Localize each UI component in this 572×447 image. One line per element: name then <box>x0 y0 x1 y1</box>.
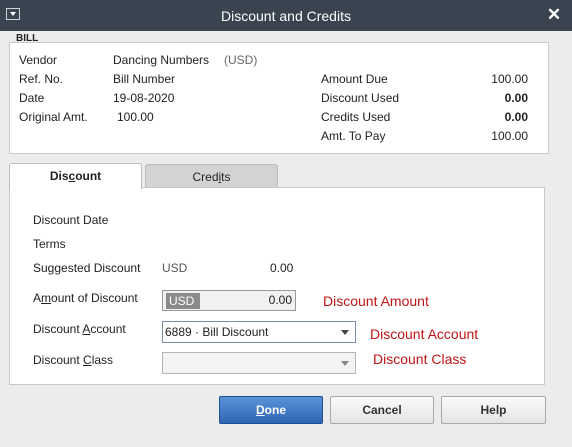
credits-used-label: Credits Used <box>321 110 391 124</box>
tab-discount[interactable]: Discount <box>9 163 142 189</box>
discount-account-label: Discount Account <box>33 322 126 336</box>
discount-account-select[interactable]: 6889 · Bill Discount <box>162 321 356 343</box>
tab-discount-pre: Dis <box>49 169 69 183</box>
amount-label-post: ount of Discount <box>51 291 138 305</box>
discount-account-value: 6889 · Bill Discount <box>165 325 269 339</box>
help-button[interactable]: Help <box>441 396 546 424</box>
vendor-value: Dancing Numbers <box>113 53 210 67</box>
discount-used-label: Discount Used <box>321 91 400 105</box>
suggested-discount-currency: USD <box>162 261 188 275</box>
date-value: 19-08-2020 <box>113 91 175 105</box>
amount-label-key: m <box>41 291 52 305</box>
class-label-post: lass <box>91 353 114 367</box>
amount-of-discount-value: 0.00 <box>268 293 292 307</box>
class-label-pre: Discount <box>33 353 84 367</box>
tab-credits-pre: Cred <box>192 170 219 184</box>
done-key: D <box>255 403 265 417</box>
account-label-pre: Discount <box>33 322 83 336</box>
amount-currency-tag: USD <box>166 293 200 309</box>
date-label: Date <box>19 91 45 105</box>
chevron-down-icon[interactable] <box>341 330 349 335</box>
amount-due-label: Amount Due <box>321 72 388 86</box>
discount-used-value: 0.00 <box>504 91 528 105</box>
suggested-discount-value: 0.00 <box>270 261 294 275</box>
credits-used-value: 0.00 <box>504 110 528 124</box>
amount-of-discount-field[interactable]: USD 0.00 <box>162 290 296 311</box>
discount-amount-annotation: Discount Amount <box>323 293 429 309</box>
class-label-key: C <box>83 353 92 367</box>
original-amount-label: Original Amt. <box>19 110 88 124</box>
tab-discount-post: ount <box>75 169 102 183</box>
discount-date-label: Discount Date <box>33 213 109 227</box>
refno-value: Bill Number <box>113 72 176 86</box>
account-label-post: ccount <box>90 322 126 336</box>
done-button[interactable]: Done <box>219 396 323 424</box>
suggested-discount-label: Suggested Discount <box>33 261 141 275</box>
vendor-label: Vendor <box>19 53 58 67</box>
discount-class-annotation: Discount Class <box>373 351 467 367</box>
discount-panel: Discount Date Terms Suggested Discount U… <box>9 187 545 385</box>
terms-label: Terms <box>33 237 66 251</box>
discount-class-select[interactable] <box>162 352 356 374</box>
title-bar: Discount and Credits ✕ <box>0 0 572 31</box>
original-amount-value: 100.00 <box>117 110 154 124</box>
discount-account-annotation: Discount Account <box>370 326 479 342</box>
done-rest: one <box>264 403 286 417</box>
amount-to-pay-value: 100.00 <box>491 129 528 143</box>
vendor-currency: (USD) <box>224 53 258 67</box>
close-icon[interactable]: ✕ <box>544 4 564 26</box>
discount-class-label: Discount Class <box>33 353 113 367</box>
bill-summary-panel: Vendor Dancing Numbers (USD) Ref. No. Bi… <box>9 42 549 154</box>
cancel-button[interactable]: Cancel <box>330 396 434 424</box>
tab-credits[interactable]: Credits <box>145 164 278 189</box>
amount-to-pay-label: Amt. To Pay <box>321 129 386 143</box>
refno-label: Ref. No. <box>19 72 64 86</box>
tab-credits-post: ts <box>221 170 231 184</box>
amount-due-value: 100.00 <box>491 72 528 86</box>
window-title: Discount and Credits <box>221 8 351 24</box>
chevron-down-icon[interactable] <box>341 361 349 366</box>
amount-of-discount-label: Amount of Discount <box>33 291 138 305</box>
amount-label-pre: A <box>33 291 42 305</box>
